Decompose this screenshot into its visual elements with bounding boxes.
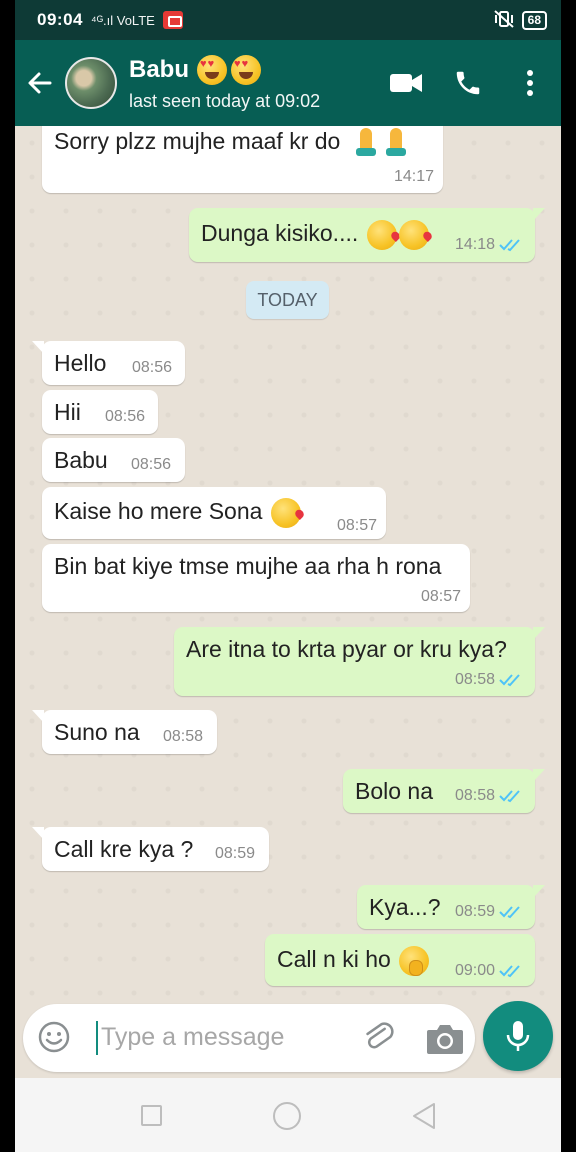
header-actions xyxy=(375,53,561,113)
message-time: 08:58 xyxy=(454,787,495,804)
message-incoming[interactable]: Call kre kya ? 08:59 xyxy=(32,827,269,871)
mic-button[interactable] xyxy=(483,1001,553,1071)
message-text: Are itna to krta pyar or kru kya? xyxy=(186,636,507,662)
message-incoming[interactable]: Suno na 08:58 xyxy=(32,710,217,754)
message-input[interactable]: Type a message xyxy=(23,1004,475,1072)
video-call-icon[interactable] xyxy=(375,53,437,113)
message-time: 14:18 xyxy=(454,236,495,253)
read-ticks-icon xyxy=(499,790,520,803)
message-text: Hii xyxy=(54,399,81,425)
contact-info[interactable]: Babu last seen today at 09:02 xyxy=(129,54,321,112)
chat-header: Babu last seen today at 09:02 xyxy=(15,40,561,126)
pray-emoji xyxy=(355,128,377,158)
nav-back-icon[interactable] xyxy=(411,1102,437,1130)
message-text: Kya...? xyxy=(369,894,441,920)
text-cursor xyxy=(96,1021,98,1055)
message-outgoing[interactable]: Are itna to krta pyar or kru kya? 08:58 xyxy=(174,627,545,696)
contact-name-row: Babu xyxy=(129,54,320,85)
message-text: Call n ki ho xyxy=(277,946,391,973)
message-incoming[interactable]: Hello 08:56 xyxy=(32,341,185,385)
day-separator: TODAY xyxy=(246,281,329,319)
message-time: 08:56 xyxy=(131,456,172,473)
screen-record-icon xyxy=(162,11,183,29)
message-incoming[interactable]: Hii 08:56 xyxy=(42,390,158,434)
input-placeholder: Type a message xyxy=(101,1023,285,1051)
phone-icon[interactable] xyxy=(437,53,499,113)
camera-icon[interactable] xyxy=(425,1022,465,1056)
read-ticks-icon xyxy=(499,965,520,978)
message-time: 08:56 xyxy=(132,359,173,376)
message-text: Sorry plzz mujhe maaf kr do xyxy=(54,128,341,155)
message-outgoing[interactable]: Dunga kisiko.... 14:18 xyxy=(189,208,545,262)
message-time: 08:57 xyxy=(336,517,377,534)
message-text: Bin bat kiye tmse mujhe aa rha h rona xyxy=(54,553,442,579)
nav-home-icon[interactable] xyxy=(273,1102,301,1130)
pray-emoji xyxy=(385,128,407,158)
message-time: 08:58 xyxy=(454,671,495,688)
message-time: 14:17 xyxy=(393,168,434,185)
contact-name: Babu xyxy=(129,55,189,83)
composer-bar: Type a message xyxy=(15,1001,561,1078)
chat-area[interactable]: Sorry plzz mujhe maaf kr do 14:17 Dunga … xyxy=(15,126,561,1004)
status-right: 68 xyxy=(493,9,547,31)
message-text: Bolo na xyxy=(355,778,434,804)
kiss-emoji xyxy=(366,220,397,250)
message-time: 08:59 xyxy=(454,903,495,920)
battery-indicator: 68 xyxy=(521,10,547,30)
message-text: Kaise ho mere Sona xyxy=(54,498,263,525)
network-indicator: ⁴ᴳ.ıl VoLTE xyxy=(90,12,155,28)
kiss-emoji xyxy=(398,220,429,250)
heart-eyes-emoji xyxy=(197,54,227,85)
system-nav-bar xyxy=(15,1078,561,1152)
message-text: Dunga kisiko.... xyxy=(201,220,359,247)
contact-avatar[interactable] xyxy=(65,57,117,109)
message-outgoing[interactable]: Bolo na 08:58 xyxy=(343,769,545,813)
shushing-emoji xyxy=(399,946,430,976)
read-ticks-icon xyxy=(499,906,520,919)
status-time: 09:04 xyxy=(37,10,83,29)
read-ticks-icon xyxy=(499,674,520,687)
attach-icon[interactable] xyxy=(361,1020,397,1056)
message-outgoing[interactable]: Call n ki ho 09:00 xyxy=(265,934,535,986)
message-incoming[interactable]: Kaise ho mere Sona 08:57 xyxy=(42,487,386,539)
message-time: 08:58 xyxy=(163,728,204,745)
kiss-emoji xyxy=(270,498,301,528)
status-bar: 09:04 ⁴ᴳ.ıl VoLTE 68 xyxy=(15,0,561,40)
message-time: 08:57 xyxy=(420,588,461,605)
message-time: 08:56 xyxy=(105,408,146,425)
message-time: 09:00 xyxy=(454,962,495,979)
message-incoming[interactable]: Bin bat kiye tmse mujhe aa rha h rona 08… xyxy=(42,544,470,612)
heart-eyes-emoji xyxy=(231,54,261,85)
vibrate-icon xyxy=(493,9,514,31)
message-incoming[interactable]: Sorry plzz mujhe maaf kr do 14:17 xyxy=(42,126,443,193)
message-outgoing[interactable]: Kya...? 08:59 xyxy=(357,885,545,929)
nav-recents-icon[interactable] xyxy=(141,1105,162,1126)
whatsapp-screen: 09:04 ⁴ᴳ.ıl VoLTE 68 Babu last seen toda… xyxy=(15,0,561,1152)
message-text: Babu xyxy=(54,447,108,473)
message-time: 08:59 xyxy=(215,845,256,862)
message-incoming[interactable]: Babu 08:56 xyxy=(42,438,185,482)
emoji-icon[interactable] xyxy=(37,1020,71,1054)
message-text: Call kre kya ? xyxy=(54,836,194,862)
message-text: Suno na xyxy=(54,719,140,745)
read-ticks-icon xyxy=(499,239,520,252)
more-options-icon[interactable] xyxy=(499,53,561,113)
mic-icon xyxy=(506,1021,530,1051)
back-arrow-icon[interactable] xyxy=(15,53,65,113)
last-seen: last seen today at 09:02 xyxy=(129,90,321,111)
message-text: Hello xyxy=(54,350,107,376)
